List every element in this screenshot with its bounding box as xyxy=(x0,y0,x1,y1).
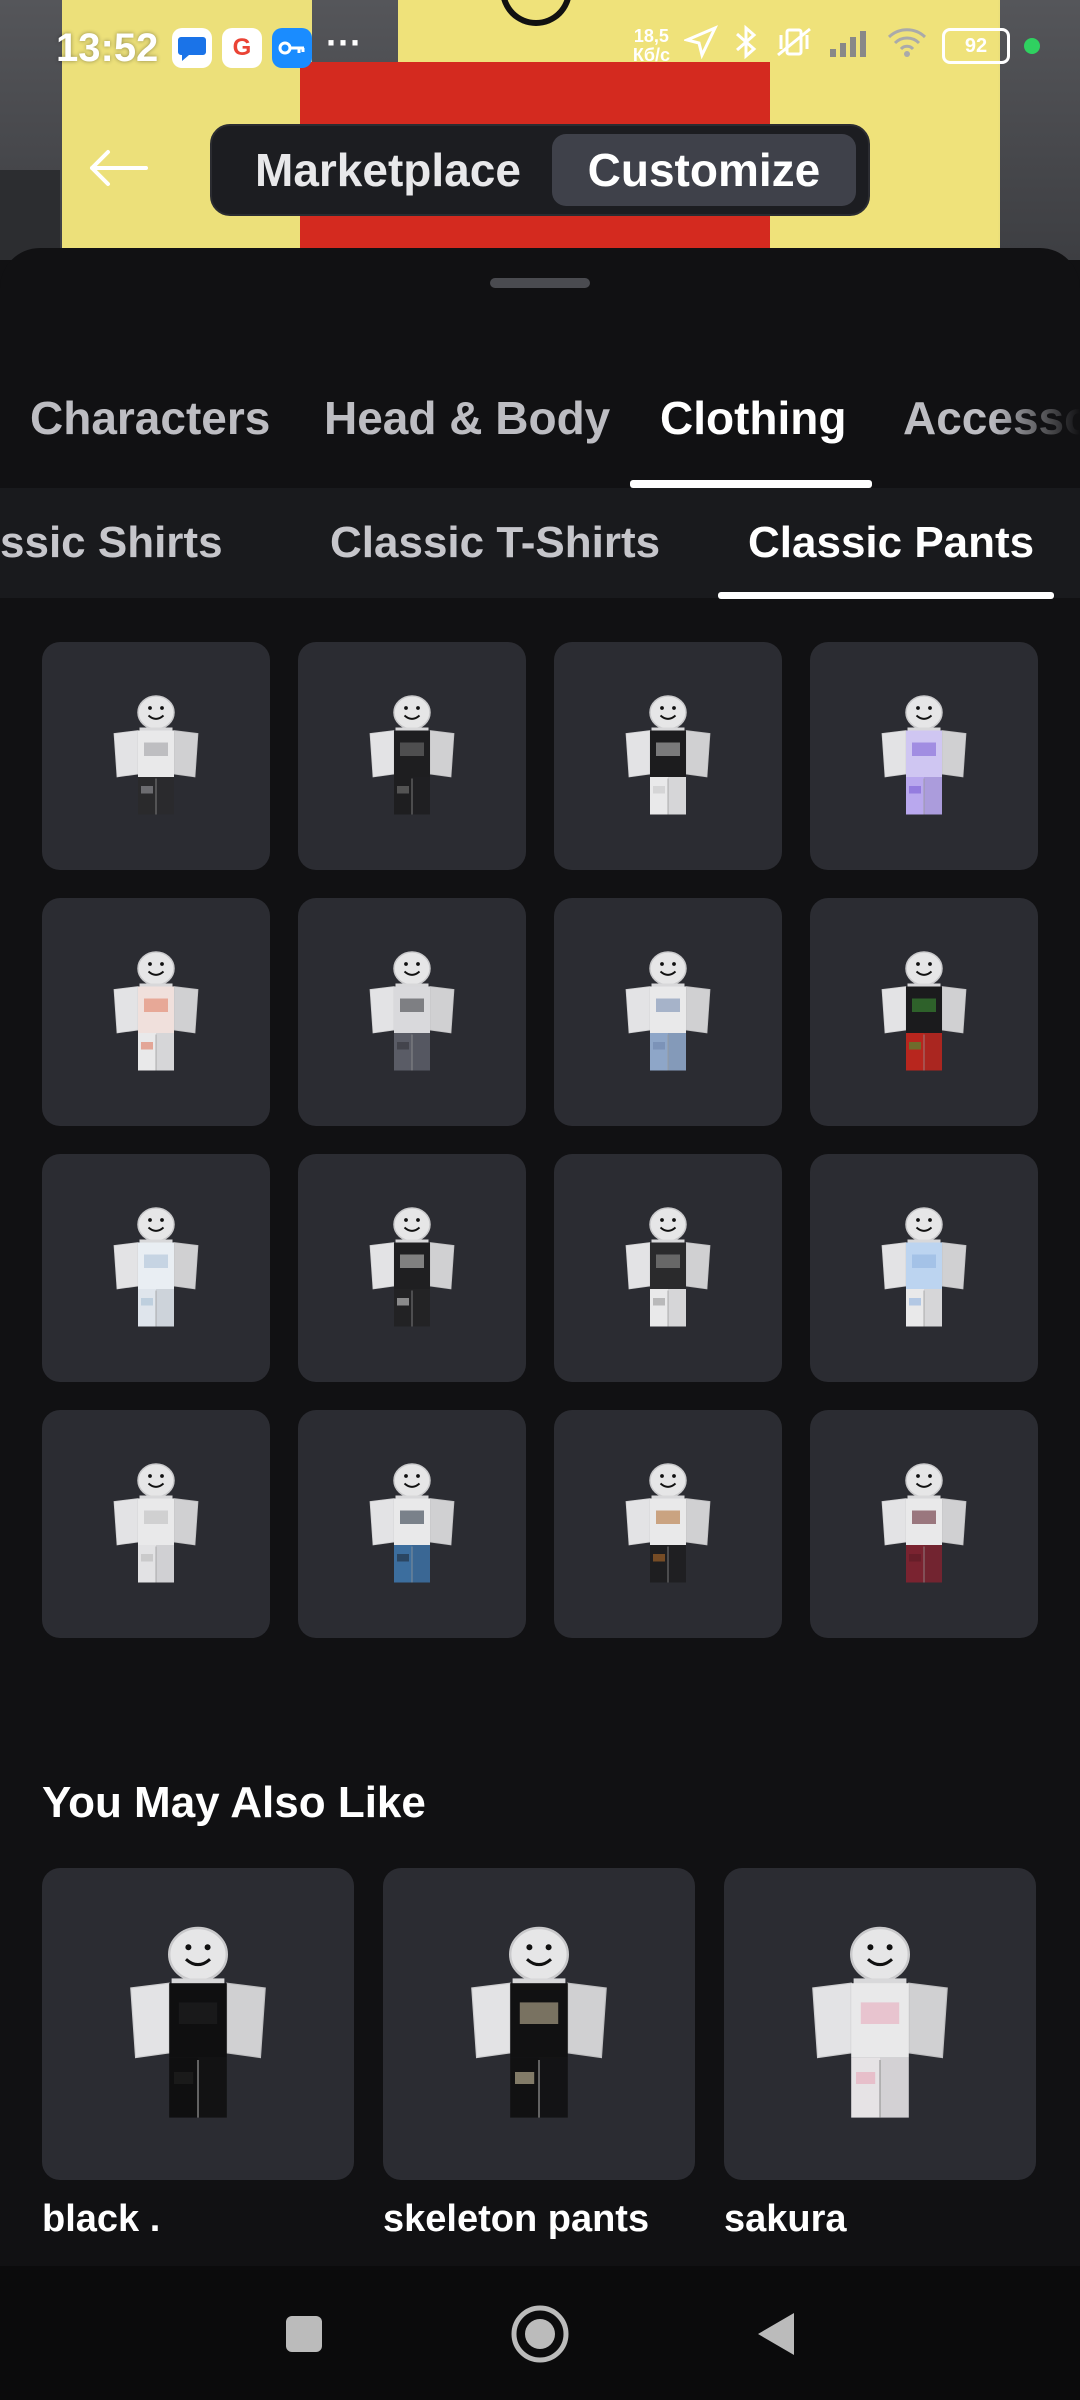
pants-item-tile[interactable] xyxy=(810,1410,1038,1638)
back-triangle-icon[interactable] xyxy=(744,2302,808,2366)
messages-icon xyxy=(172,28,212,68)
category-tabs: Characters Head & Body Clothing Accesso xyxy=(0,358,1080,488)
pants-item-tile[interactable] xyxy=(810,898,1038,1126)
pants-item-tile[interactable] xyxy=(554,642,782,870)
wifi-icon xyxy=(886,26,928,66)
more-notifications-icon: ··· xyxy=(326,22,362,63)
recommended-item-name: sakura xyxy=(724,2198,847,2240)
back-button[interactable] xyxy=(80,138,156,198)
subcategory-tabs: ssic Shirts Classic T-Shirts Classic Pan… xyxy=(0,488,1080,598)
pants-item-tile[interactable] xyxy=(554,1410,782,1638)
subtab-classic-pants[interactable]: Classic Pants xyxy=(748,488,1034,598)
avatar-thumbnail xyxy=(113,695,199,815)
pants-item-tile[interactable] xyxy=(810,642,1038,870)
pants-item-tile[interactable] xyxy=(554,898,782,1126)
recommended-item-card[interactable] xyxy=(42,1868,354,2180)
status-time: 13:52 xyxy=(56,26,159,70)
network-speed: 18,5 Кб/с xyxy=(632,26,670,65)
subtab-classic-tshirts[interactable]: Classic T-Shirts xyxy=(330,488,660,598)
avatar-thumbnail xyxy=(625,1463,711,1583)
google-icon: G xyxy=(222,28,262,68)
arrow-left-icon xyxy=(90,150,148,186)
recommended-item-card[interactable] xyxy=(724,1868,1036,2180)
section-title-you-may-also-like: You May Also Like xyxy=(42,1778,426,1827)
mode-segmented-control: Marketplace Customize xyxy=(210,124,870,216)
pants-item-tile[interactable] xyxy=(42,1154,270,1382)
avatar-thumbnail xyxy=(625,1207,711,1327)
avatar-thumbnail xyxy=(113,1463,199,1583)
pants-item-tile[interactable] xyxy=(298,642,526,870)
pants-item-tile[interactable] xyxy=(298,1154,526,1382)
recommended-item-name: skeleton pants xyxy=(383,2198,650,2240)
active-subtab-indicator xyxy=(718,592,1054,599)
avatar-thumbnail xyxy=(471,1926,607,2118)
home-circle-icon[interactable] xyxy=(508,2302,572,2366)
pants-item-tile[interactable] xyxy=(298,898,526,1126)
pants-item-tile[interactable] xyxy=(42,1410,270,1638)
avatar-thumbnail xyxy=(881,1207,967,1327)
avatar-thumbnail xyxy=(369,951,455,1071)
recents-square-icon[interactable] xyxy=(272,2302,336,2366)
tab-clothing[interactable]: Clothing xyxy=(660,358,847,478)
tab-head-body[interactable]: Head & Body xyxy=(324,358,610,478)
recommended-item-card[interactable] xyxy=(383,1868,695,2180)
customize-tab[interactable]: Customize xyxy=(551,134,856,206)
avatar-thumbnail xyxy=(130,1926,266,2118)
active-tab-indicator xyxy=(630,480,872,488)
avatar-thumbnail xyxy=(625,695,711,815)
avatar-thumbnail xyxy=(113,1207,199,1327)
avatar-thumbnail xyxy=(369,1207,455,1327)
avatar-thumbnail xyxy=(369,695,455,815)
subtab-classic-shirts[interactable]: ssic Shirts xyxy=(0,488,223,598)
pants-item-tile[interactable] xyxy=(42,642,270,870)
tab-characters[interactable]: Characters xyxy=(30,358,270,478)
marketplace-tab[interactable]: Marketplace xyxy=(224,134,552,206)
pants-item-tile[interactable] xyxy=(298,1410,526,1638)
signal-icon xyxy=(828,27,872,65)
sheet-grabber[interactable] xyxy=(490,278,590,288)
recommended-item-name: black . xyxy=(42,2198,161,2240)
battery-indicator: 92 xyxy=(942,28,1010,64)
customize-sheet: Characters Head & Body Clothing Accesso … xyxy=(0,248,1080,2268)
vibrate-icon xyxy=(774,25,814,67)
location-icon xyxy=(682,25,719,67)
system-nav-bar xyxy=(0,2266,1080,2400)
bluetooth-icon xyxy=(732,24,760,68)
avatar-thumbnail xyxy=(369,1463,455,1583)
avatar-thumbnail xyxy=(812,1926,948,2118)
privacy-indicator-dot xyxy=(1024,38,1040,54)
avatar-thumbnail xyxy=(625,951,711,1071)
avatar-thumbnail xyxy=(881,1463,967,1583)
avatar-thumbnail xyxy=(881,951,967,1071)
status-bar: 13:52 G ··· 18,5 Кб/с 92 xyxy=(0,0,1080,96)
avatar-thumbnail xyxy=(113,951,199,1071)
pants-item-tile[interactable] xyxy=(554,1154,782,1382)
avatar-thumbnail xyxy=(881,695,967,815)
pants-item-tile[interactable] xyxy=(42,898,270,1126)
key-icon xyxy=(272,28,312,68)
pants-item-tile[interactable] xyxy=(810,1154,1038,1382)
